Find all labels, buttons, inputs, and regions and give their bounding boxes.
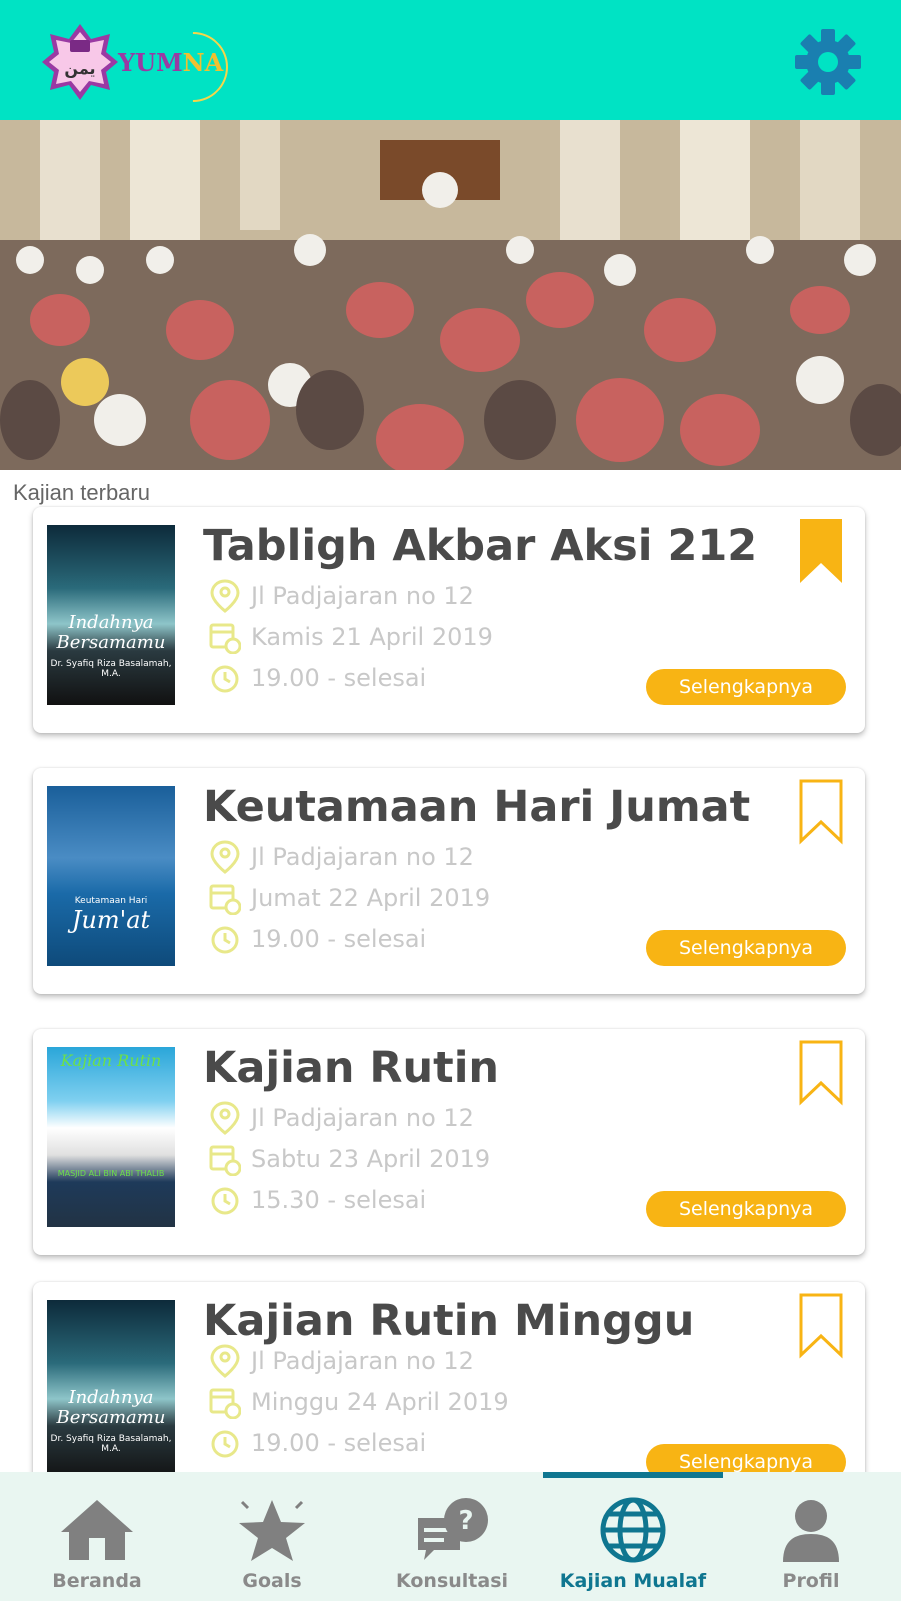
poster-caption: MASJID ALI BIN ABI THALIB (57, 1169, 165, 1178)
chat-question-icon: ? (418, 1498, 488, 1560)
alarm-clock-icon (211, 926, 239, 954)
logo-arabic-text: يمن (64, 59, 95, 78)
event-date-text: Minggu 24 April 2019 (251, 1388, 509, 1416)
event-date-text: Kamis 21 April 2019 (251, 623, 493, 651)
event-title: Kajian Rutin Minggu (203, 1296, 695, 1346)
detail-button[interactable]: Selengkapnya (646, 930, 846, 966)
nav-item-konsultasi[interactable]: ? Konsultasi (362, 1472, 542, 1601)
nav-label: Profil (782, 1570, 840, 1592)
event-poster: Indahnya Bersamamu Dr. Syafiq Riza Basal… (47, 1300, 175, 1480)
gear-icon[interactable] (794, 28, 862, 96)
alarm-clock-icon (211, 1430, 239, 1458)
logo-text-accent: NA (182, 48, 224, 77)
location-pin-icon (210, 1344, 240, 1378)
event-title: Tabligh Akbar Aksi 212 (203, 521, 758, 571)
event-location: Jl Padjajaran no 12 (209, 840, 474, 874)
event-time: 19.00 - selesai (209, 922, 426, 956)
event-poster: Keutamaan Hari Jum'at (47, 786, 175, 966)
location-pin-icon (210, 579, 240, 613)
globe-icon (600, 1497, 666, 1563)
bookmark-outline-icon[interactable] (798, 778, 844, 846)
event-location: Jl Padjajaran no 12 (209, 1344, 474, 1378)
event-time: 19.00 - selesai (209, 1426, 426, 1460)
event-time-text: 19.00 - selesai (251, 664, 427, 692)
event-time-text: 19.00 - selesai (251, 925, 427, 953)
event-poster: Kajian Rutin MASJID ALI BIN ABI THALIB (47, 1047, 175, 1227)
poster-title: Indahnya Bersamamu (56, 1387, 166, 1428)
location-pin-icon (210, 840, 240, 874)
logo-text: YUMNA (118, 48, 223, 77)
poster-title: Indahnya Bersamamu (56, 612, 166, 653)
nav-item-profil[interactable]: Profil (721, 1472, 901, 1601)
event-date: Jumat 22 April 2019 (209, 881, 490, 915)
event-time-text: 19.00 - selesai (251, 1429, 427, 1457)
event-date: Sabtu 23 April 2019 (209, 1142, 490, 1176)
detail-button[interactable]: Selengkapnya (646, 1191, 846, 1227)
bookmark-outline-icon[interactable] (798, 1039, 844, 1107)
event-location: Jl Padjajaran no 12 (209, 1101, 474, 1135)
poster-caption: Keutamaan Hari (74, 896, 148, 906)
banner-carousel[interactable] (0, 120, 901, 470)
event-date-text: Sabtu 23 April 2019 (251, 1145, 491, 1173)
svg-text:?: ? (458, 1506, 473, 1536)
app-header: يمن YUMNA (0, 0, 901, 120)
banner-image (0, 120, 901, 470)
location-pin-icon (210, 1101, 240, 1135)
poster-caption: Dr. Syafiq Riza Basalamah, M.A. (50, 659, 172, 679)
event-location: Jl Padjajaran no 12 (209, 579, 474, 613)
logo-text-main: YUM (118, 48, 183, 77)
calendar-clock-icon (209, 1388, 241, 1419)
event-card[interactable]: Kajian Rutin MASJID ALI BIN ABI THALIB K… (33, 1029, 865, 1255)
event-title: Kajian Rutin (203, 1043, 500, 1093)
calendar-clock-icon (209, 1145, 241, 1176)
section-title: Kajian terbaru (13, 480, 150, 505)
nav-label: Goals (242, 1570, 302, 1592)
calendar-clock-icon (209, 623, 241, 654)
nav-label: Kajian Mualaf (559, 1570, 707, 1592)
nav-label: Konsultasi (395, 1570, 509, 1592)
bookmark-outline-icon[interactable] (798, 1292, 844, 1360)
poster-title: Kajian Rutin (60, 1051, 162, 1070)
poster-caption: Dr. Syafiq Riza Basalamah, M.A. (50, 1434, 172, 1454)
logo-star-icon: يمن (42, 24, 118, 100)
event-date-text: Jumat 22 April 2019 (251, 884, 491, 912)
poster-title: Jum'at (71, 906, 151, 934)
calendar-clock-icon (209, 884, 241, 915)
event-location-text: Jl Padjajaran no 12 (251, 582, 474, 610)
event-location-text: Jl Padjajaran no 12 (251, 843, 474, 871)
nav-label: Beranda (52, 1570, 142, 1592)
event-card[interactable]: Indahnya Bersamamu Dr. Syafiq Riza Basal… (33, 507, 865, 733)
star-icon (239, 1500, 305, 1561)
user-icon (783, 1500, 839, 1562)
nav-item-beranda[interactable]: Beranda (7, 1472, 187, 1601)
event-time: 15.30 - selesai (209, 1183, 426, 1217)
app-logo: يمن YUMNA (40, 17, 243, 117)
nav-item-goals[interactable]: Goals (182, 1472, 362, 1601)
event-date: Kamis 21 April 2019 (209, 620, 493, 654)
event-location-text: Jl Padjajaran no 12 (251, 1347, 474, 1375)
home-icon (61, 1500, 133, 1560)
event-card[interactable]: Keutamaan Hari Jum'at Keutamaan Hari Jum… (33, 768, 865, 994)
alarm-clock-icon (211, 665, 239, 693)
bookmark-filled-icon[interactable] (798, 517, 844, 585)
nav-item-kajian-mualaf[interactable]: Kajian Mualaf (543, 1472, 723, 1601)
event-time-text: 15.30 - selesai (251, 1186, 427, 1214)
event-location-text: Jl Padjajaran no 12 (251, 1104, 474, 1132)
event-date: Minggu 24 April 2019 (209, 1385, 509, 1419)
event-title: Keutamaan Hari Jumat (203, 782, 751, 832)
detail-button[interactable]: Selengkapnya (646, 669, 846, 705)
event-time: 19.00 - selesai (209, 661, 426, 695)
event-poster: Indahnya Bersamamu Dr. Syafiq Riza Basal… (47, 525, 175, 705)
alarm-clock-icon (211, 1187, 239, 1215)
